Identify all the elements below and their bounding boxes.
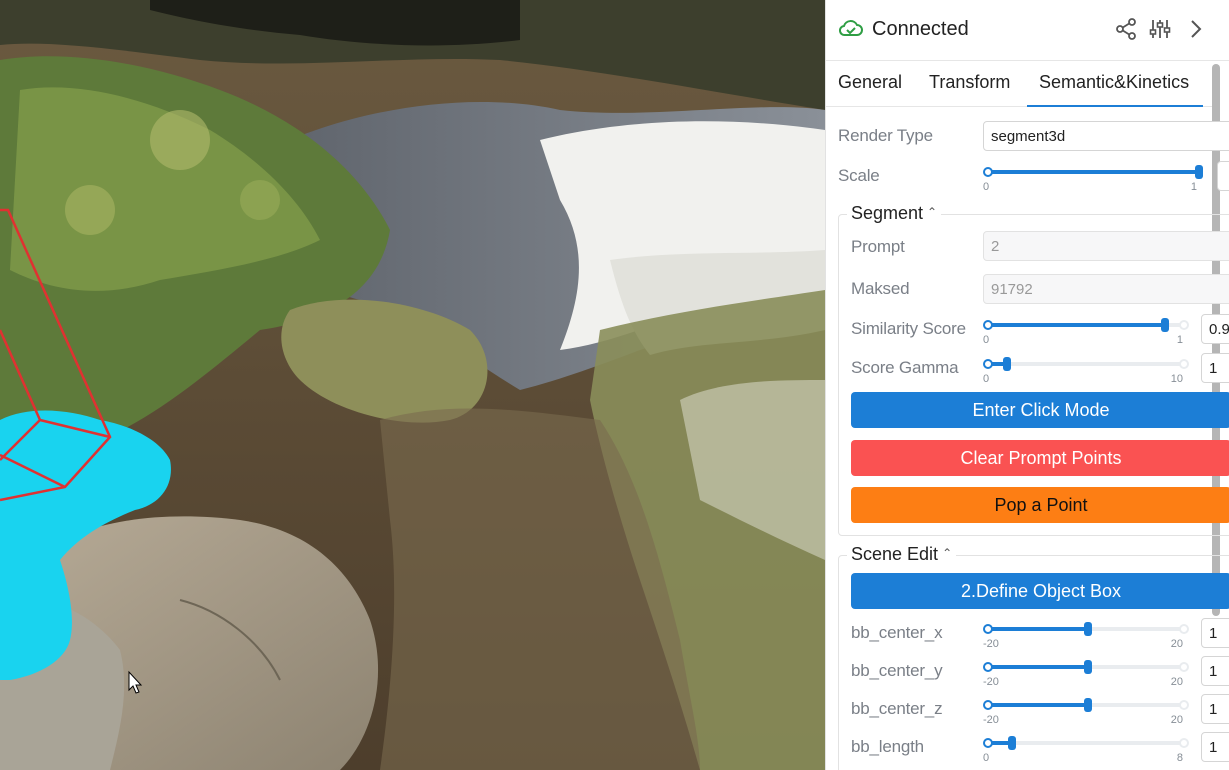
similarity-score-label: Similarity Score [851,319,966,338]
slider-end-mark [1179,624,1189,634]
pop-a-point-button[interactable]: Pop a Point [851,487,1229,523]
share-icon[interactable] [1114,17,1138,41]
define-object-box-button[interactable]: 2.Define Object Box [851,573,1229,609]
render-type-select[interactable]: segment3d [983,121,1229,151]
slider-start-mark [983,359,993,369]
masked-field: 91792 [983,274,1229,304]
tab-general[interactable]: General [838,72,902,93]
bb-center-x-label: bb_center_x [851,623,943,642]
prompt-label: Prompt [851,237,905,256]
scene-edit-title-text: Scene Edit [851,544,939,564]
slider-fill [985,703,1088,707]
segment-section-title[interactable]: Segment ⌃ [847,203,942,224]
scene-viewport[interactable] [0,0,825,770]
slider-thumb[interactable] [1007,736,1016,750]
slider-end-mark [1179,738,1189,748]
bb-length-slider[interactable]: 0 8 [983,736,1189,766]
slider-fill [985,170,1199,174]
bb-length-label: bb_length [851,737,924,756]
sliders-icon[interactable] [1148,17,1172,41]
scene-edit-section-title[interactable]: Scene Edit ⌃ [847,544,957,565]
tab-semantic-kinetics[interactable]: Semantic&Kinetics [1026,72,1204,107]
slider-max: 20 [1170,676,1183,688]
slider-end-mark [1179,662,1189,672]
slider-min: 0 [983,334,990,346]
slider-thumb[interactable] [1195,165,1203,179]
scene-render [0,0,825,770]
slider-thumb[interactable] [1083,622,1092,636]
prompt-field: 2 [983,231,1229,261]
bb-center-z-slider[interactable]: -20 20 [983,698,1189,728]
render-type-label: Render Type [838,126,933,145]
clear-prompt-points-button[interactable]: Clear Prompt Points [851,440,1229,476]
chevron-up-icon: ⌃ [942,546,953,560]
enter-click-mode-button[interactable]: Enter Click Mode [851,392,1229,428]
slider-start-mark [983,738,993,748]
score-gamma-label: Score Gamma [851,358,959,377]
slider-end-mark [1179,700,1189,710]
tab-transform[interactable]: Transform [929,72,1010,93]
slider-max: 8 [1176,752,1183,764]
slider-start-mark [983,662,993,672]
slider-fill [985,665,1088,669]
slider-min: -20 [983,638,999,650]
similarity-score-slider[interactable]: 0 1 [983,318,1189,348]
slider-start-mark [983,167,993,177]
slider-end-mark [1179,359,1189,369]
bb-length-input[interactable]: 1 [1201,732,1229,762]
similarity-score-input[interactable]: 0.9 [1201,314,1229,344]
slider-min: -20 [983,676,999,688]
score-gamma-input[interactable]: 1 [1201,353,1229,383]
slider-thumb[interactable] [1161,318,1170,332]
bb-center-y-slider[interactable]: -20 20 [983,660,1189,690]
slider-max: 10 [1170,373,1183,385]
slider-start-mark [983,320,993,330]
bb-center-x-slider[interactable]: -20 20 [983,622,1189,652]
slider-thumb[interactable] [1083,698,1092,712]
slider-thumb[interactable] [1083,660,1092,674]
slider-min: 0 [983,752,990,764]
segment-title-text: Segment [851,203,924,223]
slider-max: 20 [1170,714,1183,726]
slider-min: 0 [983,373,990,385]
masked-label: Maksed [851,279,910,298]
scale-slider[interactable]: 0 1 [983,165,1203,195]
scale-label: Scale [838,166,880,185]
bb-center-y-label: bb_center_y [851,661,943,680]
slider-max: 1 [1190,181,1197,193]
connection-status: Connected [872,18,969,40]
control-panel: Connected General Transform Semantic&Kin… [825,0,1229,770]
chevron-up-icon: ⌃ [927,205,938,219]
tab-bar: General Transform Semantic&Kinetics [826,62,1216,107]
slider-min: -20 [983,714,999,726]
slider-min: 0 [983,181,990,193]
slider-max: 20 [1170,638,1183,650]
slider-track [985,362,1187,366]
slider-fill [985,323,1166,327]
slider-fill [985,627,1088,631]
bb-center-x-input[interactable]: 1 [1201,618,1229,648]
scale-value-input[interactable] [1217,161,1229,191]
slider-end-mark [1179,320,1189,330]
score-gamma-slider[interactable]: 0 10 [983,357,1189,387]
slider-start-mark [983,700,993,710]
chevron-right-icon[interactable] [1184,17,1208,41]
bb-center-y-input[interactable]: 1 [1201,656,1229,686]
bb-center-z-input[interactable]: 1 [1201,694,1229,724]
panel-header: Connected [826,0,1229,61]
cloud-check-icon [838,20,863,36]
slider-start-mark [983,624,993,634]
bb-center-z-label: bb_center_z [851,699,943,718]
slider-thumb[interactable] [1002,357,1011,371]
slider-max: 1 [1176,334,1183,346]
